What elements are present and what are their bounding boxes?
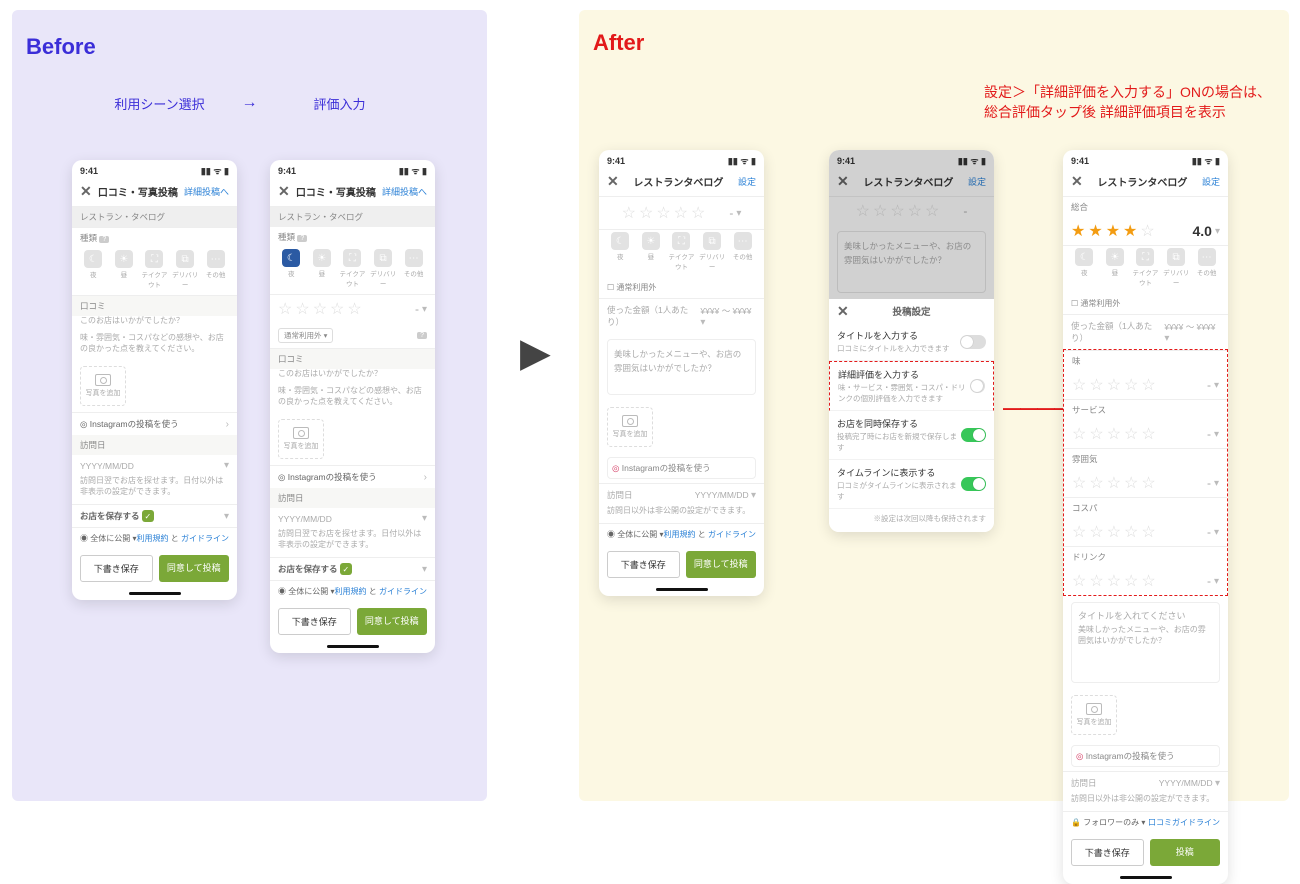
phone-before-rating: 9:41▮▮ ᯤ ▮ ✕ 口コミ・写真投稿 詳細投稿へ レストラン・タベログ 種… (270, 160, 435, 653)
nav-title: 口コミ・写真投稿 (98, 184, 178, 199)
instagram-row[interactable]: ◎ Instagramの投稿を使う› (270, 465, 435, 488)
add-photo-button[interactable]: 写真を追加 (80, 366, 126, 406)
instagram-row[interactable]: ◎ Instagramの投稿を使う (1071, 745, 1220, 767)
draft-button[interactable]: 下書き保存 (278, 608, 351, 635)
sheet-footnote: ※設定は次回以降も保持されます (829, 509, 994, 528)
instagram-row[interactable]: ◎ Instagramの投稿を使う› (72, 412, 237, 435)
date-row[interactable]: 訪問日 YYYY/MM/DD ▾ (599, 483, 764, 506)
close-icon[interactable]: ✕ (80, 183, 92, 200)
submit-button[interactable]: 同意して投稿 (357, 608, 428, 635)
add-photo-button[interactable]: 写真を追加 (607, 407, 653, 447)
detail-rating-setting-row: 詳細評価を入力する味・サービス・雰囲気・コスパ・ドリンクの個別評価を入力できます (829, 361, 994, 411)
annotation-line1: 設定＞「詳細評価を入力する」ONの場合は、 (984, 82, 1271, 102)
rating-stars[interactable]: ☆☆☆☆☆ - ▾ (599, 197, 764, 229)
phone-after-detail: 9:41▮▮ ᯤ ▮ ✕ レストランタベログ 設定 総合 ★★★★☆ 4.0 ▾… (1063, 150, 1228, 884)
draft-button[interactable]: 下書き保存 (1071, 839, 1144, 866)
save-store-row[interactable]: お店を保存する ✓▾ (270, 557, 435, 581)
status-time: 9:41 (80, 166, 98, 176)
status-icons: ▮▮ ᯤ ▮ (201, 164, 229, 177)
title-input[interactable]: タイトルを入れてください 美味しかったメニューや、お店の雰囲気はいかがでしたか？ (1071, 602, 1220, 683)
submit-button[interactable]: 同意して投稿 (686, 551, 757, 578)
date-input[interactable]: YYYY/MM/DD▾ (270, 508, 435, 529)
close-icon[interactable]: ✕ (1071, 173, 1083, 190)
after-title: After (593, 30, 1275, 56)
close-icon[interactable]: ✕ (278, 183, 290, 200)
toggle-timeline[interactable] (961, 477, 986, 491)
close-icon[interactable]: ✕ (607, 173, 619, 190)
amount-row[interactable]: 使った金額（1人あたり） ¥¥¥¥ ～ ¥¥¥¥ ▾ (1063, 314, 1228, 349)
phone-before-scene: 9:41 ▮▮ ᯤ ▮ ✕ 口コミ・写真投稿 詳細投稿へ レストラン・タベログ … (72, 160, 237, 600)
camera-icon (293, 427, 309, 439)
date-row[interactable]: 訪問日YYYY/MM/DD ▾ (1063, 771, 1228, 794)
submit-button[interactable]: 投稿 (1150, 839, 1221, 866)
draft-button[interactable]: 下書き保存 (607, 551, 680, 578)
toggle-save-store[interactable] (961, 428, 986, 442)
step-arrow: → (230, 94, 270, 112)
cospa-stars[interactable]: ☆☆☆☆☆- ▾ (1064, 518, 1227, 546)
before-title: Before (26, 34, 473, 60)
save-store-row[interactable]: お店を保存する ✓ ▾ (72, 504, 237, 528)
chevron-right-icon: › (226, 419, 229, 430)
service-stars[interactable]: ☆☆☆☆☆- ▾ (1064, 420, 1227, 448)
phone-after-settings: 9:41▮▮ ᯤ ▮ ✕ レストランタベログ 設定 ☆☆☆☆☆- 美味しかったメ… (829, 150, 994, 532)
instagram-row[interactable]: ◎ Instagramの投稿を使う (607, 457, 756, 479)
nav-right-link[interactable]: 詳細投稿へ (184, 185, 229, 198)
step-label-2: 評価入力 (280, 94, 400, 113)
add-photo-button[interactable]: 写真を追加 (1071, 695, 1117, 735)
after-panel: After 設定＞「詳細評価を入力する」ONの場合は、 総合評価タップ後 詳細評… (579, 10, 1289, 801)
drink-stars[interactable]: ☆☆☆☆☆- ▾ (1064, 567, 1227, 595)
amount-row[interactable]: 使った金額（1人あたり） ¥¥¥¥ ～ ¥¥¥¥ ▾ (599, 298, 764, 333)
usage-pill[interactable]: 通常利用外 ▾ (278, 328, 333, 343)
detail-rating-block: 味 ☆☆☆☆☆- ▾ サービス ☆☆☆☆☆- ▾ 雰囲気 ☆☆☆☆☆- ▾ コス… (1063, 349, 1228, 596)
toggle-detail-rating[interactable] (970, 379, 985, 393)
sheet-title: 投稿設定 (892, 304, 930, 318)
add-photo-button[interactable]: 写真を追加 (278, 419, 324, 459)
overall-score: 4.0 (1193, 223, 1212, 239)
settings-link[interactable]: 設定 (738, 175, 756, 188)
restaurant-name: レストラン・タベログ (72, 207, 237, 227)
guideline-link[interactable]: 口コミガイドライン (1148, 817, 1220, 828)
scene-selector[interactable]: ☾夜 ☀昼 ⛶テイクアウト ⧉デリバリー ⋯その他 (1063, 245, 1228, 293)
scene-selector[interactable]: ☾夜 ☀昼 ⛶テイクアウト ⧉デリバリー ⋯その他 (270, 247, 435, 294)
annotation-line2: 総合評価タップ後 詳細評価項目を表示 (984, 102, 1271, 122)
taste-stars[interactable]: ☆☆☆☆☆- ▾ (1064, 371, 1227, 399)
date-input[interactable]: YYYY/MM/DD▾ (72, 455, 237, 476)
rating-stars[interactable]: ☆☆☆☆☆ - ▾ (270, 295, 435, 323)
before-panel: Before 利用シーン選択 → 評価入力 9:41 ▮▮ ᯤ ▮ ✕ 口コミ・… (12, 10, 487, 801)
chevron-down-icon: ▾ (224, 460, 229, 471)
scene-selector[interactable]: ☾夜 ☀昼 ⛶テイクアウト ⧉デリバリー ⋯その他 (599, 229, 764, 277)
settings-sheet: ✕ 投稿設定 タイトルを入力する口コミにタイトルを入力できます 詳細評価を入力す… (829, 299, 994, 532)
phone-after-main: 9:41▮▮ ᯤ ▮ ✕ レストランタベログ 設定 ☆☆☆☆☆ - ▾ ☾夜 ☀… (599, 150, 764, 596)
scene-selector[interactable]: ☾夜 ☀昼 ⛶テイクアウト ⧉デリバリー ⋯その他 (72, 248, 237, 295)
transition-arrow-icon: ▶ (520, 330, 551, 376)
submit-button[interactable]: 同意して投稿 (159, 555, 230, 582)
overall-stars[interactable]: ★★★★☆ 4.0 ▾ (1063, 217, 1228, 245)
draft-button[interactable]: 下書き保存 (80, 555, 153, 582)
toggle-title[interactable] (960, 335, 986, 349)
sheet-close-icon[interactable]: ✕ (837, 303, 849, 320)
camera-icon (95, 374, 111, 386)
step-label-1: 利用シーン選択 (100, 94, 220, 113)
settings-link[interactable]: 設定 (1202, 175, 1220, 188)
review-textarea[interactable]: 美味しかったメニューや、お店の雰囲気はいかがでしたか？ (607, 339, 756, 395)
atmosphere-stars[interactable]: ☆☆☆☆☆- ▾ (1064, 469, 1227, 497)
